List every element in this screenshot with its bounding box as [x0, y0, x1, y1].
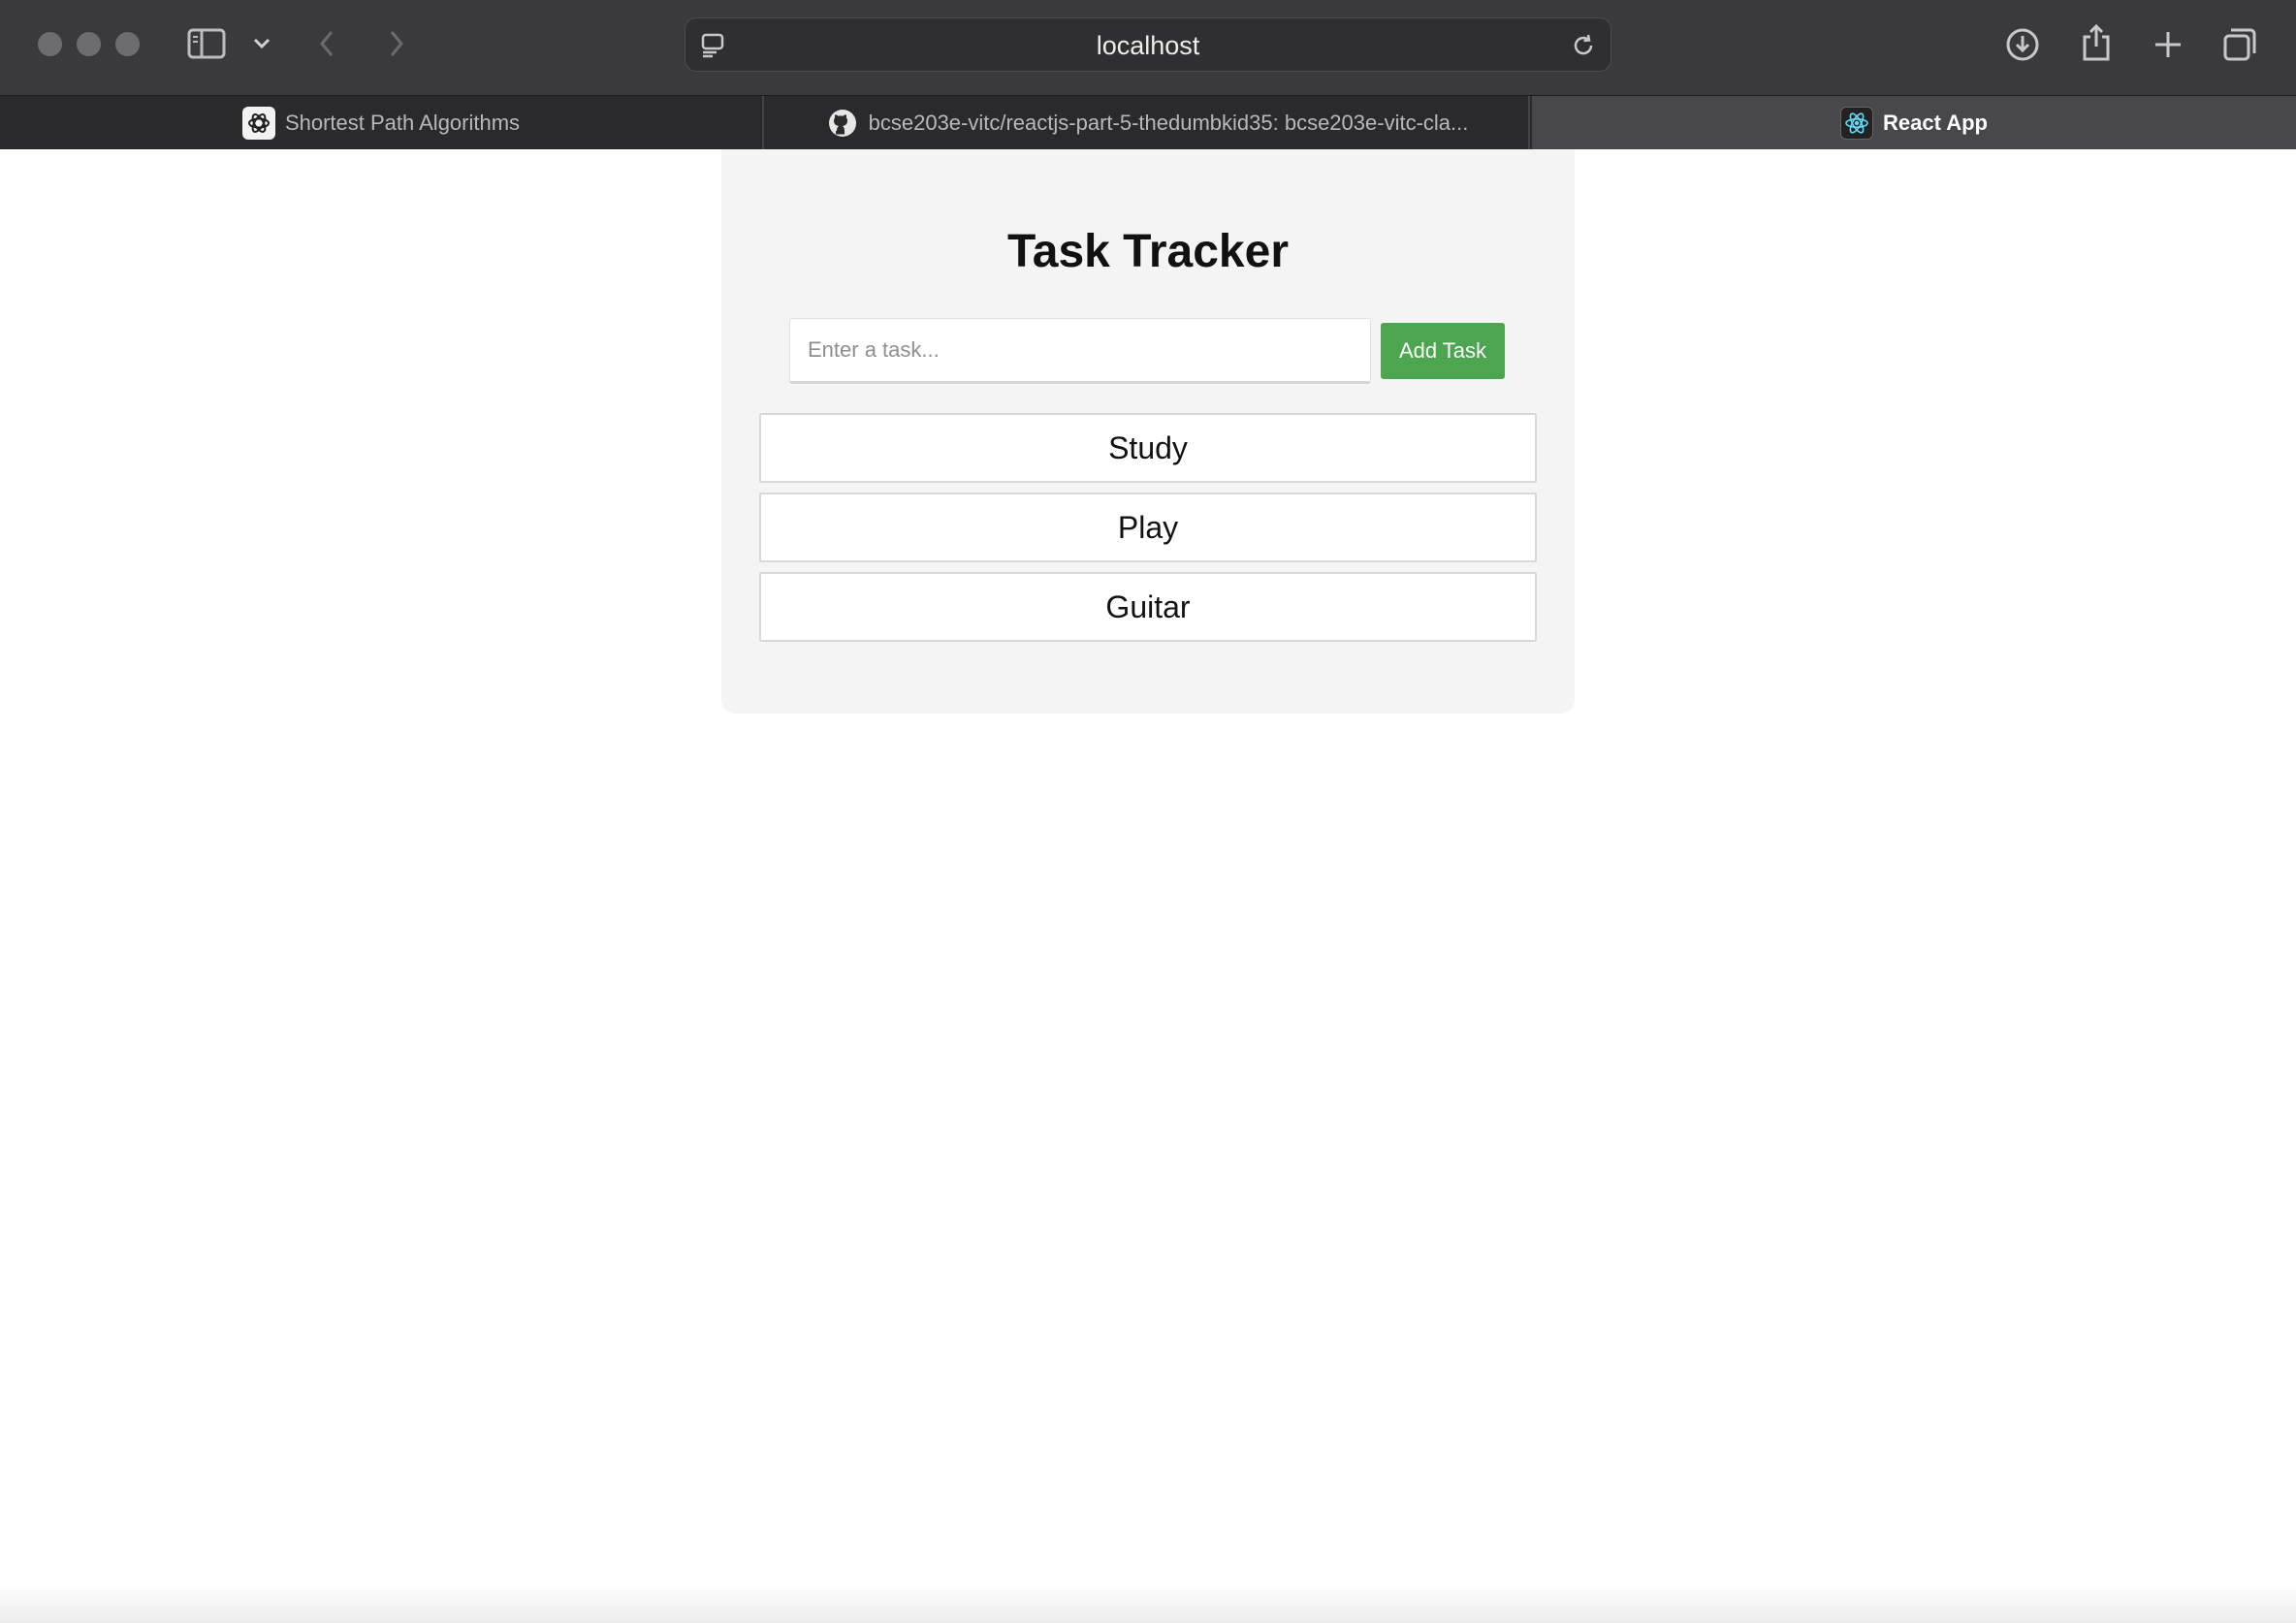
- tab-label: bcse203e-vitc/reactjs-part-5-thedumbkid3…: [868, 111, 1469, 135]
- window-bottom-edge: [0, 1584, 2296, 1623]
- github-icon: [826, 107, 859, 140]
- task-list: Study Play Guitar: [759, 413, 1537, 652]
- tab-shortest-path[interactable]: Shortest Path Algorithms: [0, 96, 764, 150]
- downloads-icon[interactable]: [2003, 25, 2042, 64]
- back-icon[interactable]: [314, 27, 339, 60]
- task-tracker-card: Task Tracker Add Task Study Play Guitar: [721, 149, 1575, 714]
- tab-label: Shortest Path Algorithms: [284, 111, 521, 135]
- openai-icon: [241, 107, 275, 140]
- task-input[interactable]: [789, 318, 1371, 384]
- add-task-button[interactable]: Add Task: [1381, 323, 1505, 379]
- reload-icon[interactable]: [1570, 32, 1597, 64]
- task-item[interactable]: Guitar: [759, 572, 1537, 642]
- zoom-window-button[interactable]: [115, 32, 140, 56]
- task-item[interactable]: Play: [759, 493, 1537, 562]
- chevron-down-icon[interactable]: [250, 33, 273, 54]
- web-content: Task Tracker Add Task Study Play Guitar: [0, 149, 2296, 1623]
- new-tab-icon[interactable]: [2149, 25, 2187, 64]
- tab-label: React App: [1883, 111, 1988, 135]
- tab-github[interactable]: bcse203e-vitc/reactjs-part-5-thedumbkid3…: [766, 96, 1530, 150]
- react-icon: [1840, 107, 1873, 140]
- page-title: Task Tracker: [1007, 226, 1289, 277]
- minimize-window-button[interactable]: [77, 32, 101, 56]
- tab-react-app[interactable]: React App: [1532, 96, 2296, 150]
- browser-window: localhost Shortest Path Algorithms bcse2…: [0, 0, 2296, 1623]
- address-text[interactable]: localhost: [686, 18, 1610, 73]
- tab-overview-icon[interactable]: [2220, 25, 2259, 64]
- address-bar[interactable]: localhost: [685, 17, 1611, 72]
- forward-icon[interactable]: [384, 27, 409, 60]
- browser-toolbar: localhost: [0, 0, 2296, 95]
- tab-bar: Shortest Path Algorithms bcse203e-vitc/r…: [0, 95, 2296, 150]
- task-item[interactable]: Study: [759, 413, 1537, 483]
- share-icon[interactable]: [2077, 21, 2116, 64]
- sidebar-toggle-icon[interactable]: [186, 27, 227, 60]
- close-window-button[interactable]: [38, 32, 62, 56]
